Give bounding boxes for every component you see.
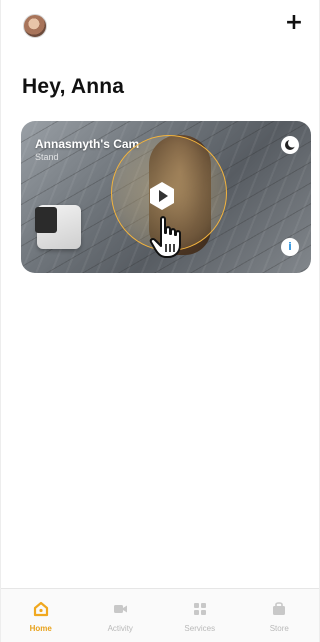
activity-icon [114, 605, 128, 613]
app-screen: + Hey, Anna Annasmyth's Cam Stand i Home… [0, 0, 320, 642]
play-button[interactable] [147, 181, 177, 211]
camera-feed-object [35, 207, 57, 233]
user-avatar[interactable] [23, 14, 47, 38]
tab-activity[interactable]: Activity [81, 589, 161, 642]
tab-store[interactable]: Store [240, 589, 320, 642]
bottom-tab-bar: Home Activity Services Store [1, 588, 319, 642]
tab-services-label: Services [184, 624, 216, 633]
camera-card[interactable]: Annasmyth's Cam Stand i [21, 121, 311, 273]
add-device-button[interactable]: + [283, 12, 305, 34]
tab-activity-label: Activity [107, 624, 133, 633]
tab-home[interactable]: Home [1, 589, 81, 642]
services-grid-icon [193, 603, 206, 615]
home-icon [33, 601, 48, 617]
tab-store-label: Store [269, 624, 289, 633]
camera-status: Stand [35, 152, 59, 162]
store-icon [273, 602, 286, 615]
tab-services[interactable]: Services [160, 589, 240, 642]
play-icon [150, 182, 174, 210]
moon-icon[interactable] [281, 136, 299, 154]
info-icon[interactable]: i [281, 238, 299, 256]
tab-home-label: Home [29, 624, 52, 633]
hand-pointer-icon [149, 216, 181, 258]
greeting-title: Hey, Anna [22, 75, 125, 98]
camera-name: Annasmyth's Cam [35, 137, 140, 151]
